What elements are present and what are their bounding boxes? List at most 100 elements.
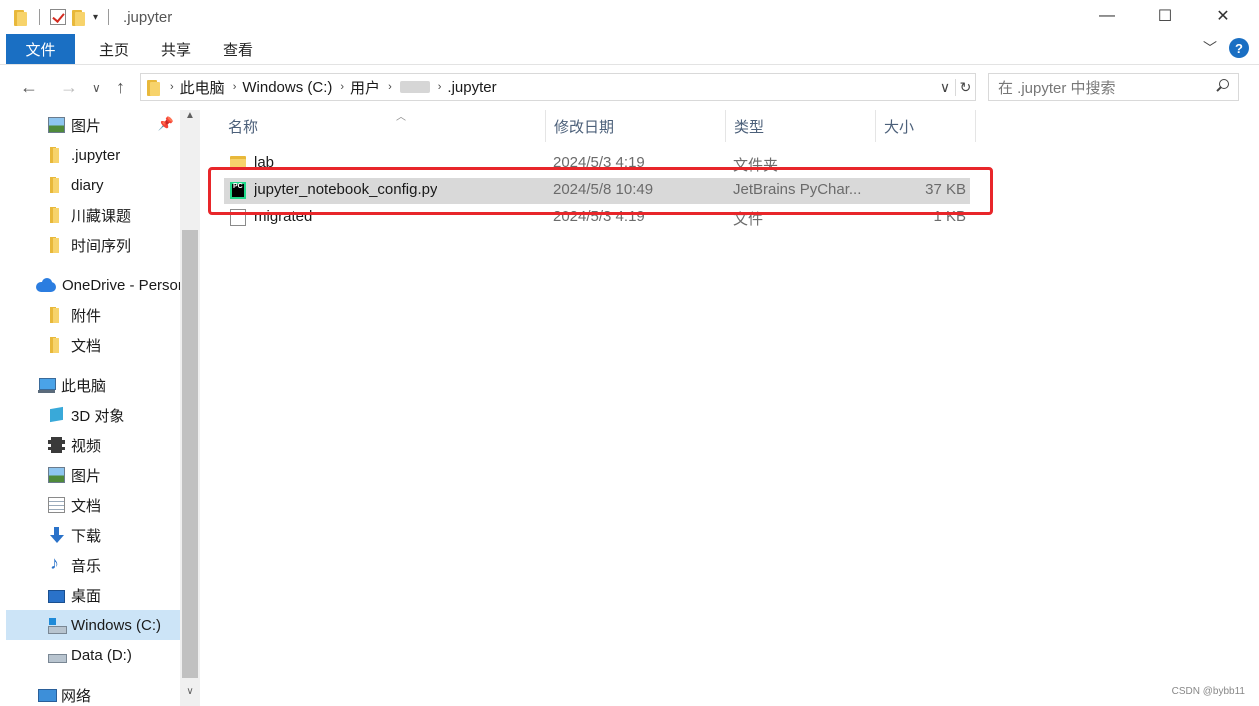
sidebar-item-label: 时间序列 bbox=[71, 237, 132, 255]
up-arrow-icon[interactable]: ↑ bbox=[116, 77, 125, 98]
sidebar-item-label: OneDrive - Personal bbox=[62, 276, 180, 294]
picture-icon bbox=[48, 117, 65, 133]
sidebar-item-documents[interactable]: 文档 bbox=[6, 490, 180, 520]
column-header-size[interactable]: 大小 bbox=[876, 110, 976, 142]
search-placeholder: 在 .jupyter 中搜索 bbox=[998, 79, 1116, 97]
customize-toolbar-dropdown-icon[interactable]: ▾ bbox=[93, 12, 98, 23]
column-header-name[interactable]: 名称 ︿ bbox=[220, 110, 546, 142]
breadcrumb-separator-icon[interactable]: › bbox=[233, 81, 237, 93]
tab-share[interactable]: 共享 bbox=[145, 34, 207, 64]
search-input[interactable]: 在 .jupyter 中搜索 bbox=[988, 73, 1239, 101]
folder-icon bbox=[14, 9, 29, 26]
highlight-annotation-box bbox=[208, 167, 993, 215]
sidebar-item-desktop[interactable]: 桌面 bbox=[6, 580, 180, 610]
document-icon bbox=[48, 497, 65, 513]
folder-icon bbox=[48, 237, 65, 253]
sidebar-item-drive-d[interactable]: Data (D:) bbox=[6, 640, 180, 670]
folder-icon bbox=[48, 177, 65, 193]
expand-ribbon-chevron-icon[interactable]: ﹀ bbox=[1203, 38, 1217, 58]
sidebar-item-network[interactable]: 网络 bbox=[6, 680, 180, 706]
properties-icon[interactable] bbox=[50, 9, 66, 25]
sidebar-item-label: 附件 bbox=[71, 307, 102, 325]
close-button[interactable]: ✕ bbox=[1194, 0, 1252, 32]
quick-access-toolbar: ▾ bbox=[14, 9, 113, 26]
separator bbox=[108, 9, 110, 25]
sidebar-item-attachments[interactable]: 附件 bbox=[6, 300, 180, 330]
sidebar-item-label: 桌面 bbox=[71, 587, 102, 605]
sidebar-item-chuanzang[interactable]: 川藏课题 bbox=[6, 200, 180, 230]
sidebar-item-label: 文档 bbox=[71, 337, 102, 355]
sidebar-item-label: 文档 bbox=[71, 497, 102, 515]
sidebar-item-label: .jupyter bbox=[71, 146, 121, 164]
back-arrow-icon[interactable]: ← bbox=[20, 77, 38, 98]
pin-icon[interactable]: 📌 bbox=[158, 116, 174, 132]
sidebar-item-label: 川藏课题 bbox=[71, 207, 132, 225]
sidebar-item-onedrive-documents[interactable]: 文档 bbox=[6, 330, 180, 360]
sidebar-item-jupyter[interactable]: .jupyter bbox=[6, 140, 180, 170]
music-icon bbox=[48, 553, 65, 574]
new-folder-icon[interactable] bbox=[72, 9, 87, 26]
sidebar-item-diary[interactable]: diary bbox=[6, 170, 180, 200]
breadcrumb-users[interactable]: 用户 bbox=[350, 77, 380, 98]
folder-icon bbox=[48, 337, 65, 353]
minimize-button[interactable]: — bbox=[1078, 0, 1136, 32]
recent-locations-chevron-icon[interactable]: ∨ bbox=[92, 81, 101, 95]
sidebar-item-3d-objects[interactable]: 3D 对象 bbox=[6, 400, 180, 430]
tab-view[interactable]: 查看 bbox=[207, 34, 269, 64]
tab-file[interactable]: 文件 bbox=[6, 34, 75, 64]
breadcrumb-drive-c[interactable]: Windows (C:) bbox=[242, 79, 332, 96]
sidebar-item-drive-c[interactable]: Windows (C:) bbox=[6, 610, 180, 640]
breadcrumb-separator-icon[interactable]: › bbox=[388, 81, 392, 93]
sidebar-item-label: 此电脑 bbox=[61, 377, 107, 395]
sidebar-item-label: Data (D:) bbox=[71, 646, 132, 664]
sidebar-item-this-pc[interactable]: 此电脑 bbox=[6, 370, 180, 400]
sidebar-scrollbar[interactable]: ▲ ∨ bbox=[180, 110, 200, 706]
sidebar-item-label: 音乐 bbox=[71, 557, 102, 575]
breadcrumb-separator-icon[interactable]: › bbox=[438, 81, 442, 93]
drive-icon bbox=[48, 647, 67, 663]
maximize-button[interactable]: ☐ bbox=[1136, 0, 1194, 32]
address-bar[interactable]: › 此电脑 › Windows (C:) › 用户 › › .jupyter ∨… bbox=[140, 73, 976, 101]
scroll-down-icon[interactable]: ∨ bbox=[180, 686, 200, 704]
this-pc-icon bbox=[38, 377, 56, 393]
scroll-up-icon[interactable]: ▲ bbox=[180, 110, 200, 128]
sidebar-item-downloads[interactable]: 下载 bbox=[6, 520, 180, 550]
column-header-label: 修改日期 bbox=[554, 118, 615, 136]
refresh-icon[interactable]: ↻ bbox=[955, 78, 975, 96]
column-header-modified[interactable]: 修改日期 bbox=[546, 110, 726, 142]
sidebar-item-onedrive[interactable]: OneDrive - Personal bbox=[6, 270, 180, 300]
sidebar-item-label: 下载 bbox=[71, 527, 102, 545]
column-header-label: 名称 bbox=[228, 118, 259, 136]
folder-icon bbox=[48, 207, 65, 223]
sidebar-item-quick-pictures[interactable]: 图片 📌 bbox=[6, 110, 180, 140]
sidebar-item-music[interactable]: 音乐 bbox=[6, 550, 180, 580]
sort-ascending-icon: ︿ bbox=[396, 112, 406, 123]
drive-c-icon bbox=[48, 617, 67, 634]
sidebar-item-label: 网络 bbox=[61, 687, 92, 705]
breadcrumb-jupyter[interactable]: .jupyter bbox=[447, 79, 496, 96]
tab-home[interactable]: 主页 bbox=[75, 34, 145, 64]
sidebar-item-videos[interactable]: 视频 bbox=[6, 430, 180, 460]
folder-icon bbox=[48, 307, 65, 323]
sidebar-item-label: Windows (C:) bbox=[71, 616, 162, 634]
help-icon[interactable]: ? bbox=[1229, 38, 1249, 58]
navigation-pane: 图片 📌 .jupyter diary 川藏课题 时间序列 OneDrive -… bbox=[0, 110, 200, 706]
picture-icon bbox=[48, 467, 65, 483]
search-icon[interactable] bbox=[1215, 79, 1229, 93]
sidebar-item-time-series[interactable]: 时间序列 bbox=[6, 230, 180, 260]
sidebar-item-pictures[interactable]: 图片 bbox=[6, 460, 180, 490]
title-bar: ▾ .jupyter — ☐ ✕ bbox=[0, 0, 1259, 34]
redacted-username[interactable] bbox=[399, 81, 430, 93]
forward-arrow-icon[interactable]: → bbox=[60, 77, 78, 98]
breadcrumb-this-pc[interactable]: 此电脑 bbox=[180, 77, 225, 98]
window-title: .jupyter bbox=[123, 8, 173, 26]
3d-objects-icon bbox=[48, 407, 65, 423]
network-icon bbox=[38, 687, 57, 703]
sidebar-item-label: 图片 bbox=[71, 467, 102, 485]
breadcrumb-separator-icon[interactable]: › bbox=[170, 81, 174, 93]
address-dropdown-icon[interactable]: ∨ bbox=[935, 79, 955, 96]
scrollbar-thumb[interactable] bbox=[182, 230, 198, 678]
folder-icon bbox=[48, 147, 65, 163]
column-header-type[interactable]: 类型 bbox=[726, 110, 876, 142]
breadcrumb-separator-icon[interactable]: › bbox=[340, 81, 344, 93]
